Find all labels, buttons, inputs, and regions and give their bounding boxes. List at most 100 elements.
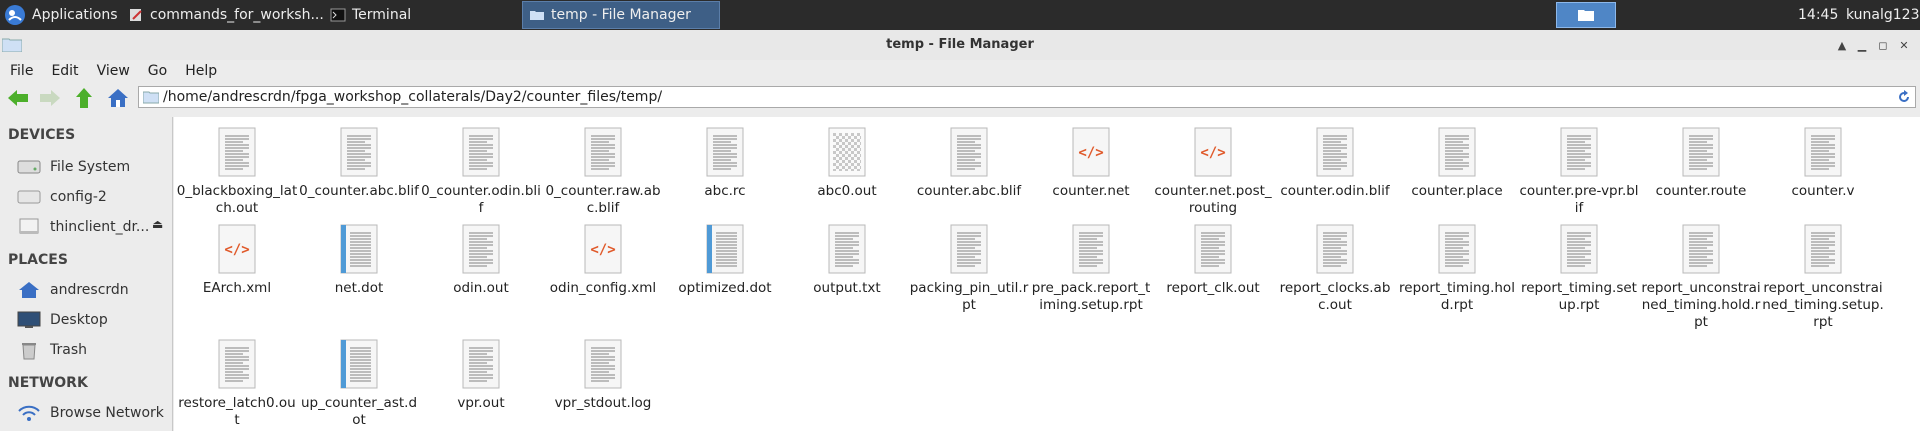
- file-name: output.txt: [813, 280, 881, 296]
- file-item[interactable]: counter.v: [1762, 127, 1884, 200]
- shade-button[interactable]: ▲: [1834, 37, 1850, 53]
- file-item[interactable]: abc0.out: [786, 127, 908, 200]
- eject-icon[interactable]: ⏏: [152, 217, 163, 231]
- arrow-left-icon: [8, 90, 28, 106]
- file-item[interactable]: counter.pre-vpr.blif: [1518, 127, 1640, 217]
- arrow-up-icon: [76, 88, 92, 108]
- close-button[interactable]: ✕: [1896, 37, 1912, 53]
- file-item[interactable]: pre_pack.report_timing.setup.rpt: [1030, 224, 1152, 314]
- file-item[interactable]: 0_counter.raw.abc.blif: [542, 127, 664, 217]
- file-item[interactable]: abc.rc: [664, 127, 786, 200]
- location-bar[interactable]: /home/andrescrdn/fpga_workshop_collatera…: [138, 86, 1916, 108]
- text-file-icon: [1437, 127, 1477, 177]
- file-item[interactable]: counter.odin.blif: [1274, 127, 1396, 200]
- menu-go[interactable]: Go: [139, 63, 176, 79]
- folder-icon: [143, 91, 159, 104]
- file-name: report_timing.setup.rpt: [1521, 280, 1637, 313]
- file-item[interactable]: 0_counter.odin.blif: [420, 127, 542, 217]
- file-item[interactable]: </> counter.net: [1030, 127, 1152, 200]
- taskbar: Applications commands_for_worksh... Term…: [0, 0, 1920, 30]
- svg-text:</>: </>: [1078, 145, 1103, 161]
- file-item[interactable]: restore_latch0.out: [176, 339, 298, 429]
- file-name: pre_pack.report_timing.setup.rpt: [1031, 280, 1151, 313]
- sidebar-item-thinclient-drives[interactable]: thinclient_dr...: [16, 214, 172, 240]
- clock[interactable]: 14:45: [1798, 0, 1838, 30]
- dot-file-icon: [339, 224, 379, 274]
- file-item[interactable]: vpr.out: [420, 339, 542, 412]
- file-item[interactable]: odin.out: [420, 224, 542, 297]
- file-item[interactable]: report_timing.hold.rpt: [1396, 224, 1518, 314]
- user-name[interactable]: kunalg123: [1846, 0, 1920, 30]
- file-name: report_unconstrained_timing.hold.rpt: [1641, 280, 1761, 330]
- xml-file-icon: </>: [217, 224, 257, 274]
- file-view[interactable]: 0_blackboxing_latch.out 0_counter.abc.bli…: [174, 117, 1920, 431]
- taskbar-task-commands[interactable]: commands_for_worksh...: [124, 0, 324, 30]
- taskbar-task-terminal[interactable]: Terminal: [326, 0, 520, 30]
- file-item[interactable]: report_unconstrained_timing.setup.rpt: [1762, 224, 1884, 331]
- sidebar: DEVICES File System config-2 thinclient_…: [0, 117, 173, 431]
- home-icon: [108, 89, 128, 107]
- text-file-icon: [1437, 224, 1477, 274]
- file-name: optimized.dot: [678, 280, 772, 296]
- desktop-icon: [17, 311, 41, 328]
- back-button[interactable]: [6, 86, 30, 110]
- file-item[interactable]: 0_counter.abc.blif: [298, 127, 420, 200]
- file-item[interactable]: optimized.dot: [664, 224, 786, 297]
- parent-folder-button[interactable]: [72, 86, 96, 110]
- text-file-icon: [583, 127, 623, 177]
- sidebar-item-file-system[interactable]: File System: [16, 154, 172, 180]
- file-name: up_counter_ast.dot: [300, 395, 418, 428]
- location-path: /home/andrescrdn/fpga_workshop_collatera…: [163, 89, 663, 105]
- file-item[interactable]: </> counter.net.post_routing: [1152, 127, 1274, 217]
- folder-icon: [530, 11, 544, 20]
- file-item[interactable]: report_unconstrained_timing.hold.rpt: [1640, 224, 1762, 331]
- file-name: packing_pin_util.rpt: [909, 280, 1029, 313]
- sidebar-section-devices: DEVICES: [8, 127, 76, 143]
- file-item[interactable]: 0_blackboxing_latch.out: [176, 127, 298, 217]
- menu-edit[interactable]: Edit: [42, 63, 87, 79]
- file-item[interactable]: counter.abc.blif: [908, 127, 1030, 200]
- maximize-button[interactable]: ◻: [1875, 37, 1891, 53]
- sidebar-item-andrescrdn[interactable]: andrescrdn: [16, 277, 172, 303]
- file-item[interactable]: vpr_stdout.log: [542, 339, 664, 412]
- file-item[interactable]: </> odin_config.xml: [542, 224, 664, 297]
- minimize-button[interactable]: ▁: [1854, 37, 1870, 53]
- file-item[interactable]: packing_pin_util.rpt: [908, 224, 1030, 314]
- taskbar-task-file-manager[interactable]: temp - File Manager: [522, 1, 720, 29]
- window-titlebar[interactable]: temp - File Manager ▲ ▁ ◻ ✕: [0, 30, 1920, 60]
- svg-text:</>: </>: [1200, 145, 1225, 161]
- file-name: counter.v: [1791, 183, 1855, 199]
- file-name: report_clk.out: [1166, 280, 1260, 296]
- sidebar-item-browse-network[interactable]: Browse Network: [16, 400, 172, 426]
- sidebar-item-desktop[interactable]: Desktop: [16, 307, 172, 333]
- network-drive-icon: [19, 218, 39, 234]
- file-item[interactable]: counter.route: [1640, 127, 1762, 200]
- applications-menu-button[interactable]: Applications: [0, 0, 124, 30]
- menu-help[interactable]: Help: [176, 63, 226, 79]
- svg-text:</>: </>: [590, 242, 615, 258]
- dot-file-icon: [705, 224, 745, 274]
- file-item[interactable]: counter.place: [1396, 127, 1518, 200]
- sidebar-item-label: File System: [50, 159, 131, 175]
- file-item[interactable]: output.txt: [786, 224, 908, 297]
- menu-view[interactable]: View: [88, 63, 139, 79]
- file-name: counter.place: [1411, 183, 1503, 199]
- text-file-icon: [1803, 127, 1843, 177]
- file-item[interactable]: </> EArch.xml: [176, 224, 298, 297]
- menu-file[interactable]: File: [0, 63, 42, 79]
- forward-button[interactable]: [38, 86, 62, 110]
- file-item[interactable]: up_counter_ast.dot: [298, 339, 420, 429]
- file-name: abc0.out: [817, 183, 877, 199]
- applications-label: Applications: [32, 7, 118, 23]
- file-item[interactable]: report_clk.out: [1152, 224, 1274, 297]
- file-item[interactable]: report_timing.setup.rpt: [1518, 224, 1640, 314]
- file-item[interactable]: net.dot: [298, 224, 420, 297]
- sidebar-item-config-2[interactable]: config-2: [16, 184, 172, 210]
- home-button[interactable]: [106, 86, 130, 110]
- text-file-icon: [1559, 224, 1599, 274]
- file-item[interactable]: report_clocks.abc.out: [1274, 224, 1396, 314]
- reload-icon[interactable]: [1896, 89, 1912, 105]
- text-file-icon: [705, 127, 745, 177]
- workspace-switcher[interactable]: [1556, 2, 1616, 28]
- sidebar-item-trash[interactable]: Trash: [16, 337, 172, 363]
